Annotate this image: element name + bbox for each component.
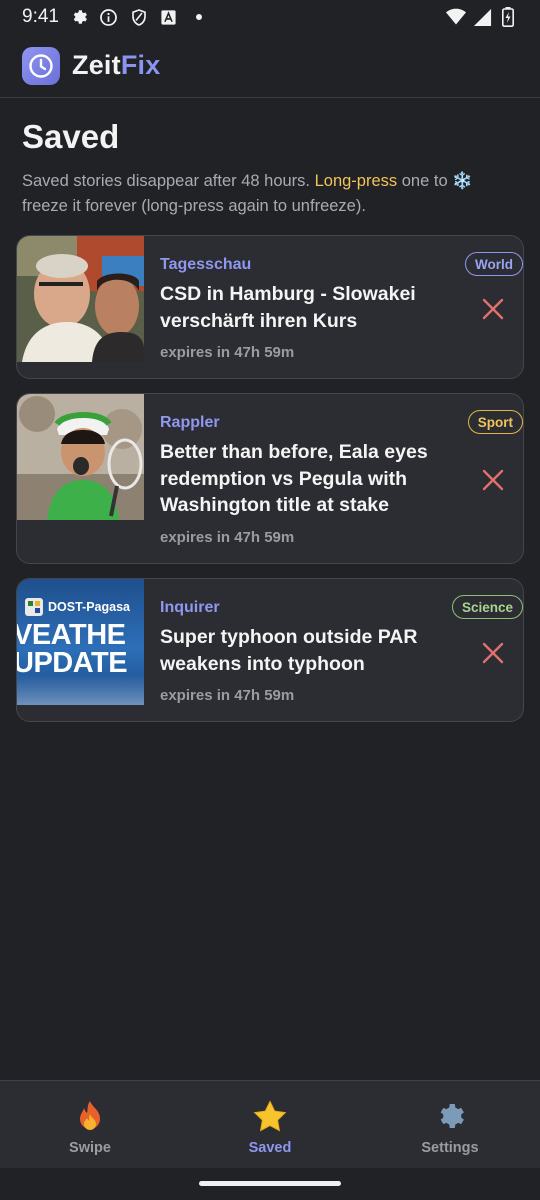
story-body: Inquirer Science Super typhoon outside P…: [160, 579, 523, 721]
status-bar: 9:41: [0, 0, 540, 34]
info-status-icon: [99, 7, 119, 27]
font-status-icon: [159, 7, 179, 27]
category-badge: Sport: [467, 410, 523, 434]
page-title: Saved: [22, 118, 120, 155]
bottom-navigation: Swipe Saved Settings: [0, 1080, 540, 1168]
story-card[interactable]: DOST-Pagasa VEATHE UPDATE Inquirer Scien…: [16, 578, 524, 722]
settings-status-icon: [69, 7, 89, 27]
thumbnail-brand-text: DOST-Pagasa: [48, 600, 130, 614]
story-headline: Super typhoon outside PAR weakens into t…: [160, 626, 418, 675]
nav-item-settings[interactable]: Settings: [360, 1081, 540, 1168]
category-badge: Science: [451, 595, 523, 619]
status-time: 9:41: [22, 6, 59, 27]
notification-dot-icon: [189, 7, 209, 27]
story-card[interactable]: Rappler Sport Better than before, Eala e…: [16, 393, 524, 564]
nav-label: Settings: [421, 1140, 479, 1156]
gesture-bar[interactable]: [199, 1181, 341, 1186]
wifi-icon: [446, 7, 466, 27]
gear-icon: [433, 1099, 467, 1133]
story-thumbnail-weather-update: DOST-Pagasa VEATHE UPDATE: [17, 579, 144, 705]
close-icon: [482, 642, 504, 664]
story-body: Rappler Sport Better than before, Eala e…: [160, 394, 523, 563]
story-headline: Better than before, Eala eyes redemption…: [160, 441, 428, 516]
close-icon: [482, 298, 504, 320]
thumbnail-brand: DOST-Pagasa: [25, 598, 130, 616]
remove-story-button[interactable]: [481, 297, 505, 321]
shield-status-icon: [129, 7, 149, 27]
app-title-part1: Zeit: [72, 50, 121, 80]
app-title: ZeitFix: [72, 50, 160, 81]
nav-item-swipe[interactable]: Swipe: [0, 1081, 180, 1168]
app-title-part2: Fix: [120, 50, 161, 80]
app-header: ZeitFix: [0, 34, 540, 98]
story-card[interactable]: Tagesschau World CSD in Hamburg - Slowak…: [16, 235, 524, 379]
thumbnail-headline: VEATHE UPDATE: [17, 619, 128, 679]
nav-label: Swipe: [69, 1140, 111, 1156]
thumbnail-line2: UPDATE: [17, 647, 128, 679]
story-thumbnail-two-men: [17, 236, 144, 362]
thumbnail-line1: VEATHE: [17, 619, 126, 651]
star-icon: [253, 1099, 287, 1133]
page-description: Saved stories disappear after 48 hours. …: [22, 169, 518, 219]
story-headline: CSD in Hamburg - Slowakei verschärft ihr…: [160, 283, 416, 332]
story-expires: expires in 47h 59m: [160, 529, 295, 546]
story-source: Tagesschau: [160, 256, 252, 273]
close-icon: [482, 469, 504, 491]
story-body: Tagesschau World CSD in Hamburg - Slowak…: [160, 236, 523, 378]
nav-item-saved[interactable]: Saved: [180, 1081, 360, 1168]
pagasa-logo-icon: [25, 598, 43, 616]
desc-text-before: Saved stories disappear after 48 hours.: [22, 172, 315, 190]
story-expires: expires in 47h 59m: [160, 344, 295, 361]
story-source: Rappler: [160, 414, 220, 431]
story-thumbnail-tennis-player: [17, 394, 144, 520]
category-badge: World: [465, 252, 523, 276]
story-expires: expires in 47h 59m: [160, 687, 295, 704]
nav-label: Saved: [248, 1140, 292, 1156]
remove-story-button[interactable]: [481, 641, 505, 665]
fire-icon: [73, 1099, 107, 1133]
clock-logo-icon: [22, 46, 60, 85]
signal-icon: [472, 7, 492, 27]
battery-icon: [498, 7, 518, 27]
desc-highlight: Long-press: [314, 172, 398, 190]
story-source: Inquirer: [160, 599, 220, 616]
remove-story-button[interactable]: [481, 468, 505, 492]
